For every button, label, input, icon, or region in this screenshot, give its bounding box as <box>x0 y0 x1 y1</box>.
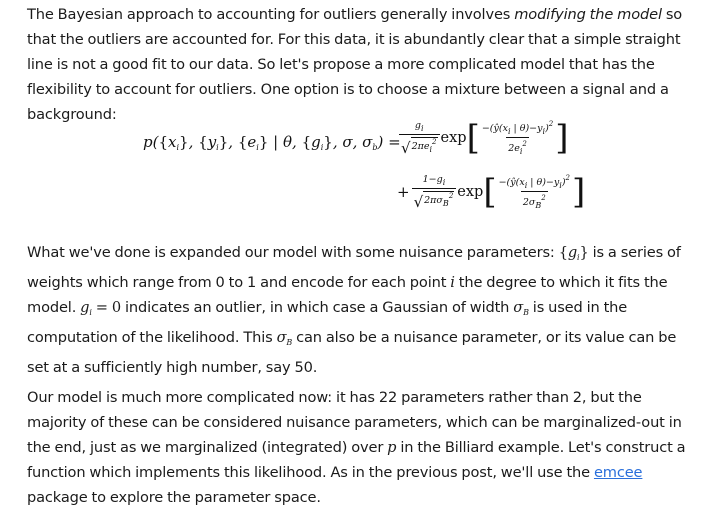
equation-lhs: p({xi}, {yi}, {ei} | θ, {gi}, σ, σb) = <box>143 133 401 152</box>
exp-function: exp <box>440 130 467 146</box>
math-sigma-b: σB <box>513 299 529 317</box>
math-p: p <box>387 439 397 456</box>
equation-term-background: + 1−gi √ 2πσB2 exp [ −(ŷ(xi | θ)−yi)2 2σB… <box>397 172 586 212</box>
math-sigma-b: σB <box>276 329 293 347</box>
paragraph-intro-text-1: The Bayesian approach to accounting for … <box>27 6 515 23</box>
signal-exponent-fraction: −(ŷ(xi | θ)−yi)2 2ei2 <box>481 120 554 156</box>
background-weight-fraction: 1−gi √ 2πσB2 <box>411 174 457 210</box>
paragraph-nuisance-text-4: indicates an outlier, in which case a Ga… <box>121 299 514 316</box>
paragraph-nuisance-text-1: What we've done is expanded our model wi… <box>27 244 559 261</box>
math-g-equals-zero: gi = 0 <box>80 299 121 317</box>
paragraph-intro: The Bayesian approach to accounting for … <box>27 2 699 127</box>
paragraph-nuisance: What we've done is expanded our model wi… <box>27 240 699 380</box>
paragraph-model-text-3: package to explore the parameter space. <box>27 489 321 506</box>
equation-term-signal: gi √ 2πei2 exp [ −(ŷ(xi | θ)−yi)2 2ei2 ] <box>399 118 569 158</box>
emphasis-text: modifying the model <box>514 6 662 23</box>
paragraph-intro-text-2: so that the outliers are accounted for. … <box>27 6 683 123</box>
article-body: The Bayesian approach to accounting for … <box>0 0 717 506</box>
signal-weight-fraction: gi √ 2πei2 <box>399 120 440 156</box>
emcee-link[interactable]: emcee <box>594 464 643 481</box>
math-g-set: {gi} <box>558 244 589 262</box>
exp-function: exp <box>457 184 484 200</box>
paragraph-model: Our model is much more complicated now: … <box>27 385 699 510</box>
background-exponent-fraction: −(ŷ(xi | θ)−yi)2 2σB2 <box>498 174 571 210</box>
